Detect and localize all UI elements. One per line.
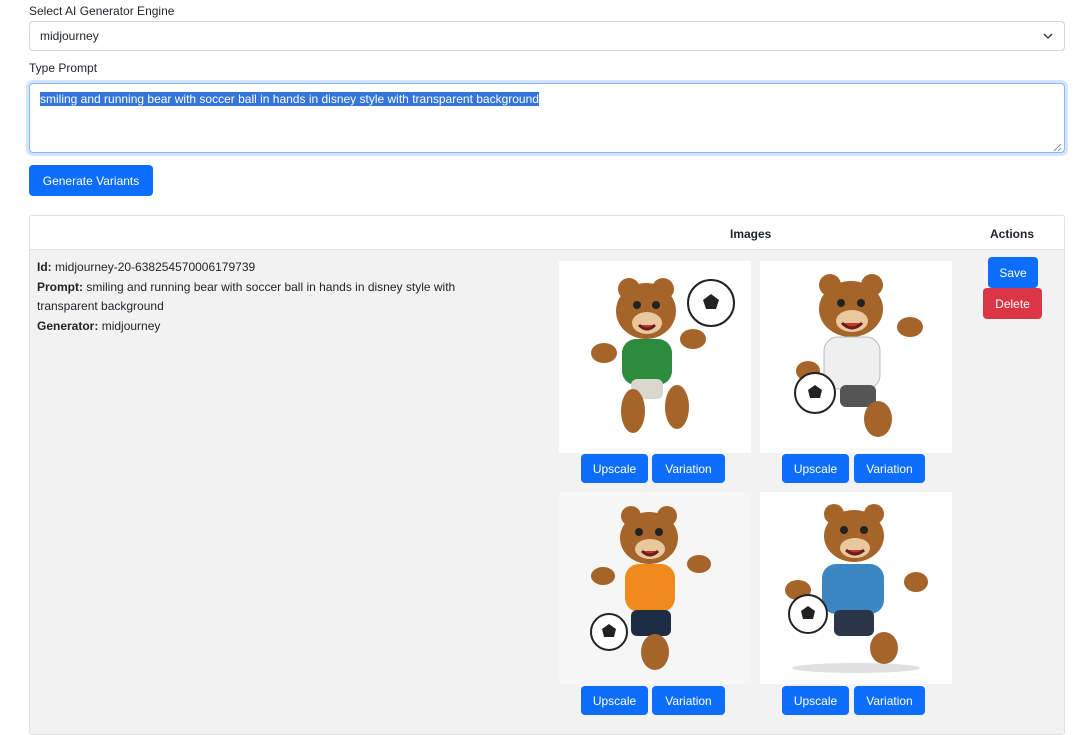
variation-button-1[interactable]: Variation	[652, 454, 725, 483]
generated-image-4[interactable]	[760, 492, 952, 684]
upscale-button-1[interactable]: Upscale	[581, 454, 648, 483]
save-button[interactable]: Save	[988, 257, 1038, 288]
generator-value: midjourney	[101, 318, 161, 333]
generate-variants-button[interactable]: Generate Variants	[29, 165, 153, 196]
engine-select[interactable]: midjourney	[29, 21, 1065, 51]
bear-image-3	[590, 506, 711, 670]
row-info: Id: midjourney-20-638254570006179739 Pro…	[37, 258, 517, 336]
upscale-button-3[interactable]: Upscale	[581, 686, 648, 715]
engine-label: Select AI Generator Engine	[29, 4, 175, 18]
bear-image-1	[591, 278, 735, 433]
generated-image-3[interactable]	[559, 492, 751, 684]
variation-button-2[interactable]: Variation	[854, 454, 925, 483]
prompt-label: Type Prompt	[29, 61, 98, 75]
id-value: midjourney-20-638254570006179739	[55, 260, 256, 274]
upscale-button-2[interactable]: Upscale	[782, 454, 849, 483]
prompt-value: smiling and running bear with soccer bal…	[37, 279, 456, 314]
id-label: Id:	[37, 260, 52, 274]
chevron-down-icon	[1042, 30, 1054, 42]
table-header: Images Actions	[30, 216, 1064, 250]
generated-image-2[interactable]	[760, 261, 952, 453]
upscale-button-4[interactable]: Upscale	[782, 686, 849, 715]
generated-image-1[interactable]	[559, 261, 751, 453]
resize-handle-icon[interactable]	[1052, 140, 1062, 152]
engine-selected-value: midjourney	[40, 29, 99, 43]
delete-button[interactable]: Delete	[983, 288, 1042, 319]
bear-image-4	[785, 504, 928, 673]
bear-image-2	[794, 274, 923, 437]
column-header-images: Images	[730, 227, 772, 241]
prompt-text: smiling and running bear with soccer bal…	[40, 92, 539, 106]
column-header-actions: Actions	[990, 227, 1035, 241]
prompt-label-row: Prompt:	[37, 279, 83, 294]
generator-label: Generator:	[37, 318, 99, 333]
table-row: Id: midjourney-20-638254570006179739 Pro…	[30, 250, 1064, 734]
prompt-textarea[interactable]: smiling and running bear with soccer bal…	[29, 83, 1065, 153]
variation-button-4[interactable]: Variation	[854, 686, 925, 715]
results-table: Images Actions Id: midjourney-20-6382545…	[29, 215, 1065, 735]
variation-button-3[interactable]: Variation	[652, 686, 725, 715]
